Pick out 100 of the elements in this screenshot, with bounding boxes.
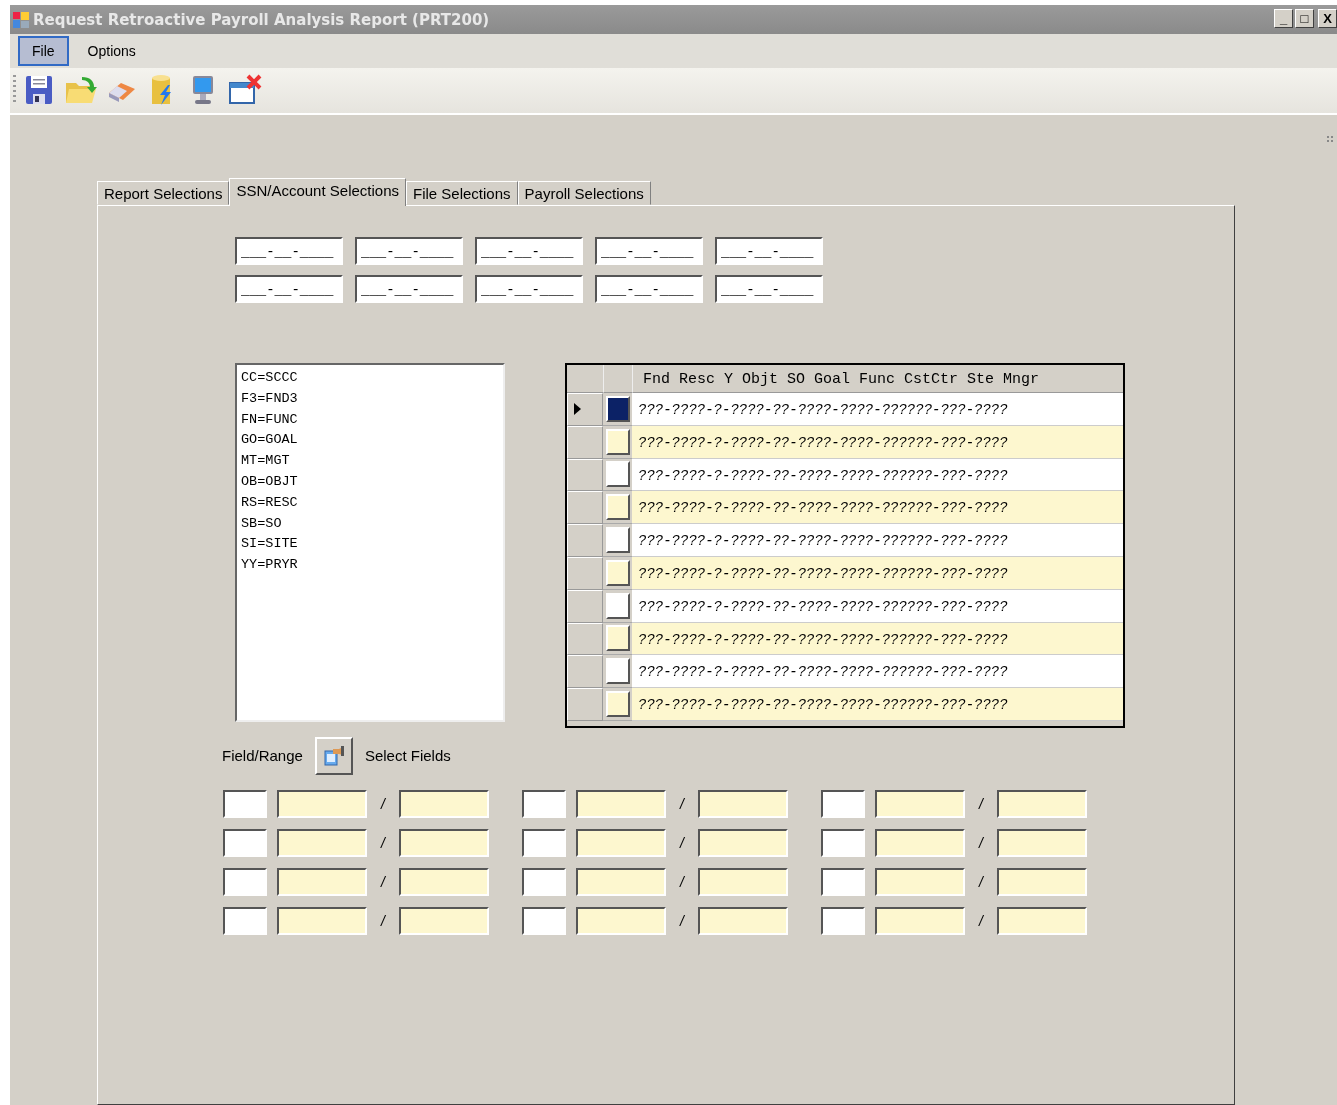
row-cell[interactable] bbox=[605, 691, 630, 718]
row-cell[interactable] bbox=[605, 527, 630, 554]
range-to-input[interactable] bbox=[997, 907, 1087, 935]
range-from-input[interactable] bbox=[576, 907, 666, 935]
maximize-button[interactable]: □ bbox=[1295, 9, 1314, 28]
field-code-input[interactable] bbox=[522, 829, 566, 857]
tab[interactable]: File Selections bbox=[406, 181, 518, 205]
range-from-input[interactable] bbox=[875, 790, 965, 818]
range-to-input[interactable] bbox=[399, 907, 489, 935]
row-cell[interactable] bbox=[605, 625, 630, 652]
document-hand-icon bbox=[322, 745, 345, 767]
row-cell[interactable] bbox=[605, 428, 630, 455]
field-code-input[interactable] bbox=[223, 790, 267, 818]
list-item[interactable]: FN=FUNC bbox=[241, 409, 499, 431]
range-from-input[interactable] bbox=[576, 829, 666, 857]
ssn-field[interactable]: ___-__-____ bbox=[235, 237, 343, 265]
range-from-input[interactable] bbox=[277, 868, 367, 896]
range-to-input[interactable] bbox=[997, 790, 1087, 818]
select-fields-label: Select Fields bbox=[364, 747, 451, 765]
separator-label: / bbox=[678, 796, 686, 812]
row-cell[interactable] bbox=[605, 559, 630, 586]
range-to-input[interactable] bbox=[698, 868, 788, 896]
list-item[interactable]: OB=OBJT bbox=[241, 471, 499, 493]
table-cell[interactable]: ???-????-?-????-??-????-????-??????-???-???? bbox=[632, 622, 1123, 656]
resize-grip-icon bbox=[1326, 135, 1334, 143]
field-code-input[interactable] bbox=[522, 790, 566, 818]
range-to-input[interactable] bbox=[997, 868, 1087, 896]
list-item[interactable]: F3=FND3 bbox=[241, 388, 499, 410]
ssn-field[interactable]: ___-__-____ bbox=[355, 237, 463, 265]
tab[interactable]: Payroll Selections bbox=[517, 181, 651, 205]
row-header[interactable] bbox=[567, 393, 603, 426]
range-to-input[interactable] bbox=[698, 829, 788, 857]
range-to-input[interactable] bbox=[399, 868, 489, 896]
range-to-input[interactable] bbox=[698, 790, 788, 818]
menu-item[interactable]: File bbox=[18, 36, 69, 67]
ssn-field[interactable]: ___-__-____ bbox=[715, 275, 823, 303]
table-cell[interactable]: ???-????-?-????-??-????-????-??????-???-???? bbox=[632, 688, 1123, 721]
range-from-input[interactable] bbox=[576, 790, 666, 818]
range-from-input[interactable] bbox=[875, 907, 965, 935]
field-code-input[interactable] bbox=[821, 829, 865, 857]
list-item[interactable]: GO=GOAL bbox=[241, 430, 499, 452]
range-to-input[interactable] bbox=[399, 790, 489, 818]
range-from-input[interactable] bbox=[277, 829, 367, 857]
select-fields-button[interactable] bbox=[314, 737, 353, 775]
table-cell[interactable]: ???-????-?-????-??-????-????-??????-???-???? bbox=[632, 425, 1123, 459]
range-from-input[interactable] bbox=[576, 868, 666, 896]
ssn-field[interactable]: ___-__-____ bbox=[475, 275, 583, 303]
list-item[interactable]: SI=SITE bbox=[241, 534, 499, 556]
ssn-field[interactable]: ___-__-____ bbox=[355, 275, 463, 303]
separator-label: / bbox=[977, 913, 985, 929]
row-cell[interactable] bbox=[605, 592, 630, 619]
menu-item[interactable]: Options bbox=[74, 37, 149, 66]
close-button[interactable]: X bbox=[1318, 9, 1337, 28]
app-icon bbox=[13, 11, 29, 28]
range-from-input[interactable] bbox=[875, 868, 965, 896]
header-cell bbox=[604, 365, 633, 393]
range-from-input[interactable] bbox=[277, 907, 367, 935]
range-to-input[interactable] bbox=[399, 829, 489, 857]
ssn-field[interactable]: ___-__-____ bbox=[715, 237, 823, 265]
list-item[interactable]: SB=SO bbox=[241, 513, 499, 535]
table-cell[interactable]: ???-????-?-????-??-????-????-??????-???-???? bbox=[632, 655, 1123, 689]
row-cell[interactable] bbox=[605, 494, 630, 521]
table-cell[interactable]: ???-????-?-????-??-????-????-??????-???-???? bbox=[632, 491, 1123, 525]
field-code-input[interactable] bbox=[223, 907, 267, 935]
minimize-button[interactable]: _ bbox=[1274, 9, 1293, 28]
field-code-input[interactable] bbox=[522, 907, 566, 935]
field-code-input[interactable] bbox=[522, 868, 566, 896]
table-cell[interactable]: ???-????-?-????-??-????-????-??????-???-???? bbox=[632, 393, 1123, 426]
ssn-field[interactable]: ___-__-____ bbox=[235, 275, 343, 303]
field-code-input[interactable] bbox=[821, 868, 865, 896]
table-cell[interactable]: ???-????-?-????-??-????-????-??????-???-???? bbox=[632, 589, 1123, 623]
field-code-input[interactable] bbox=[223, 868, 267, 896]
ssn-field[interactable]: ___-__-____ bbox=[475, 237, 583, 265]
window-title: Request Retroactive Payroll Analysis Report (PRT200) bbox=[33, 10, 491, 29]
table-cell[interactable]: ???-????-?-????-??-????-????-??????-???-???? bbox=[632, 458, 1123, 492]
row-cell[interactable] bbox=[605, 395, 630, 422]
ssn-field[interactable]: ___-__-____ bbox=[595, 237, 703, 265]
separator-label: / bbox=[379, 874, 387, 890]
table-cell[interactable]: ???-????-?-????-??-????-????-??????-???-???? bbox=[632, 556, 1123, 590]
list-item[interactable]: YY=PRYR bbox=[241, 555, 499, 576]
separator-label: / bbox=[977, 835, 985, 851]
field-code-input[interactable] bbox=[821, 790, 865, 818]
list-item[interactable]: MT=MGT bbox=[241, 451, 499, 472]
tab[interactable]: Report Selections bbox=[97, 181, 230, 205]
field-code-input[interactable] bbox=[223, 829, 267, 857]
range-from-input[interactable] bbox=[277, 790, 367, 818]
code-list[interactable]: CC=SCCC F3=FND3 FN=FUNC GO=GOAL MT=MGT OB=OBJT RS=RESC SB=SO SI=SITE YY=PRYR bbox=[235, 363, 505, 722]
tab[interactable]: SSN/Account Selections bbox=[229, 178, 406, 206]
row-cell[interactable] bbox=[605, 658, 630, 685]
range-to-input[interactable] bbox=[997, 829, 1087, 857]
column-header: Fnd Resc Y Objt SO Goal Func CstCtr Ste Mngr bbox=[633, 365, 1123, 393]
separator-label: / bbox=[977, 874, 985, 890]
list-item[interactable]: CC=SCCC bbox=[241, 368, 499, 389]
range-from-input[interactable] bbox=[875, 829, 965, 857]
row-cell[interactable] bbox=[605, 461, 630, 488]
range-to-input[interactable] bbox=[698, 907, 788, 935]
table-cell[interactable]: ???-????-?-????-??-????-????-??????-???-???? bbox=[632, 524, 1123, 557]
list-item[interactable]: RS=RESC bbox=[241, 492, 499, 514]
field-code-input[interactable] bbox=[821, 907, 865, 935]
ssn-field[interactable]: ___-__-____ bbox=[595, 275, 703, 303]
